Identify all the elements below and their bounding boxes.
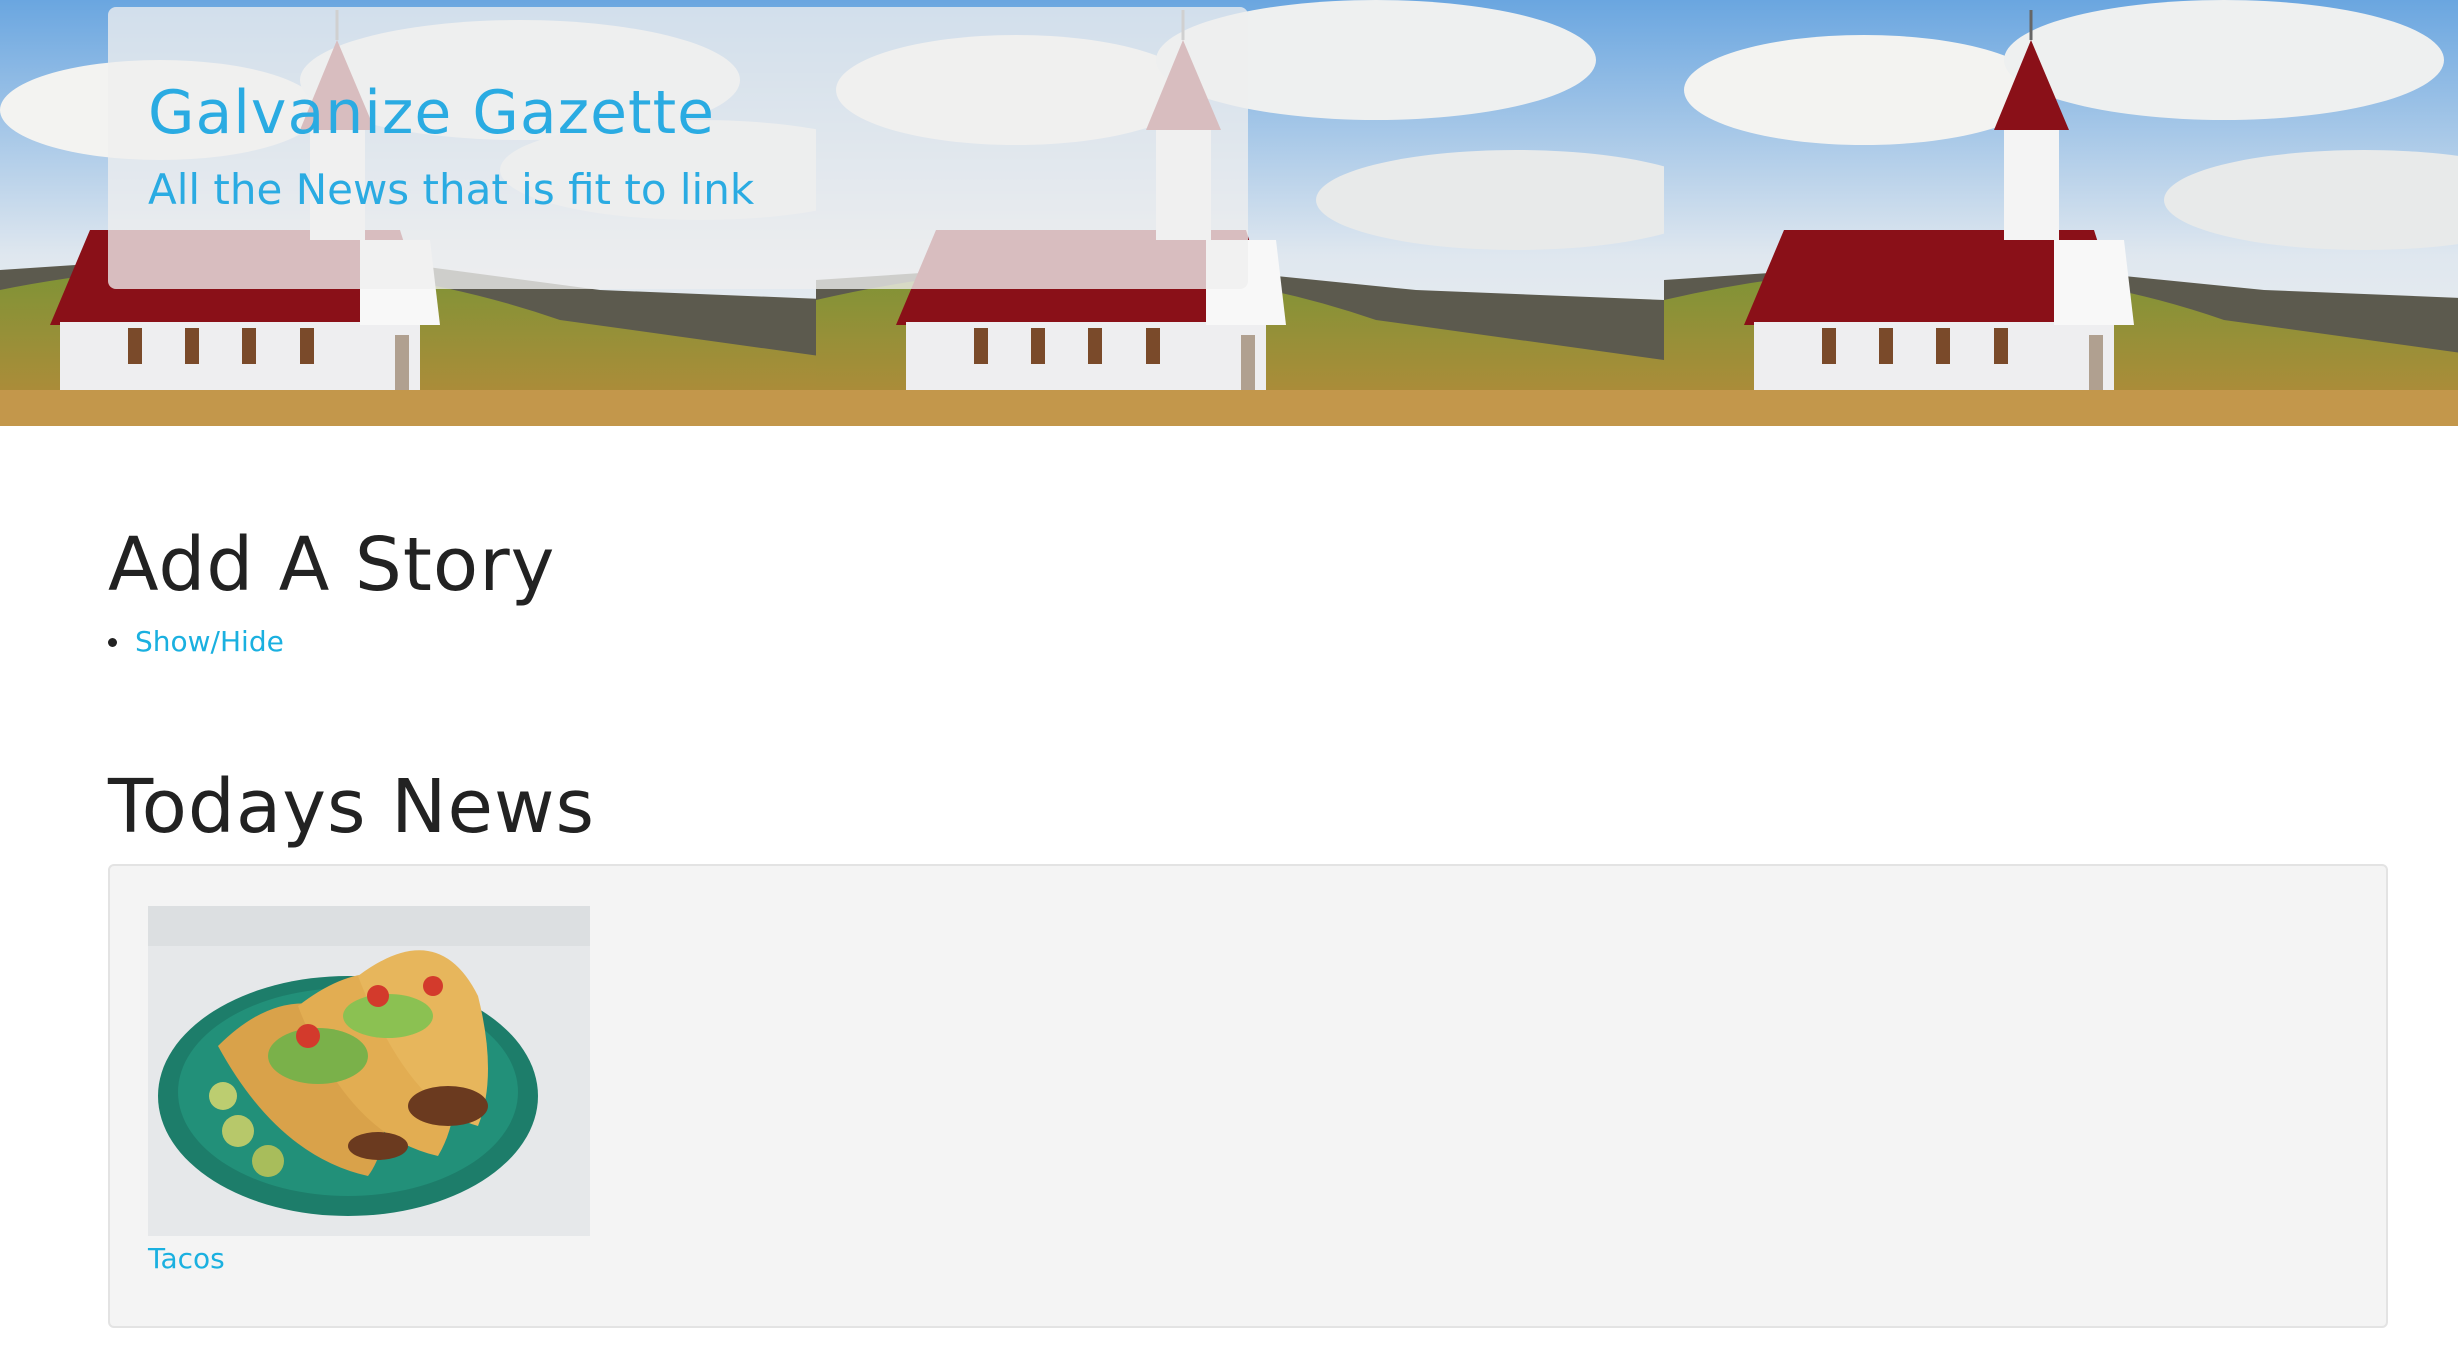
todays-news-heading: Todays News: [108, 764, 596, 850]
bullet-icon: [108, 637, 117, 647]
story-title-link[interactable]: Tacos: [148, 1242, 590, 1276]
site-title: Galvanize Gazette: [148, 78, 716, 148]
header-banner: Galvanize Gazette All the News that is f…: [0, 0, 2458, 426]
story-card: Tacos: [148, 906, 590, 1276]
add-story-controls: Show/Hide: [108, 626, 284, 658]
story-image-tacos[interactable]: [148, 906, 590, 1236]
site-tagline: All the News that is fit to link: [148, 165, 755, 214]
header-card: Galvanize Gazette All the News that is f…: [108, 7, 1248, 289]
list-item: Show/Hide: [108, 626, 284, 658]
add-story-heading: Add A Story: [108, 522, 556, 608]
banner-image: [1664, 0, 2458, 426]
news-list: Tacos: [108, 864, 2388, 1328]
show-hide-link[interactable]: Show/Hide: [135, 626, 284, 658]
